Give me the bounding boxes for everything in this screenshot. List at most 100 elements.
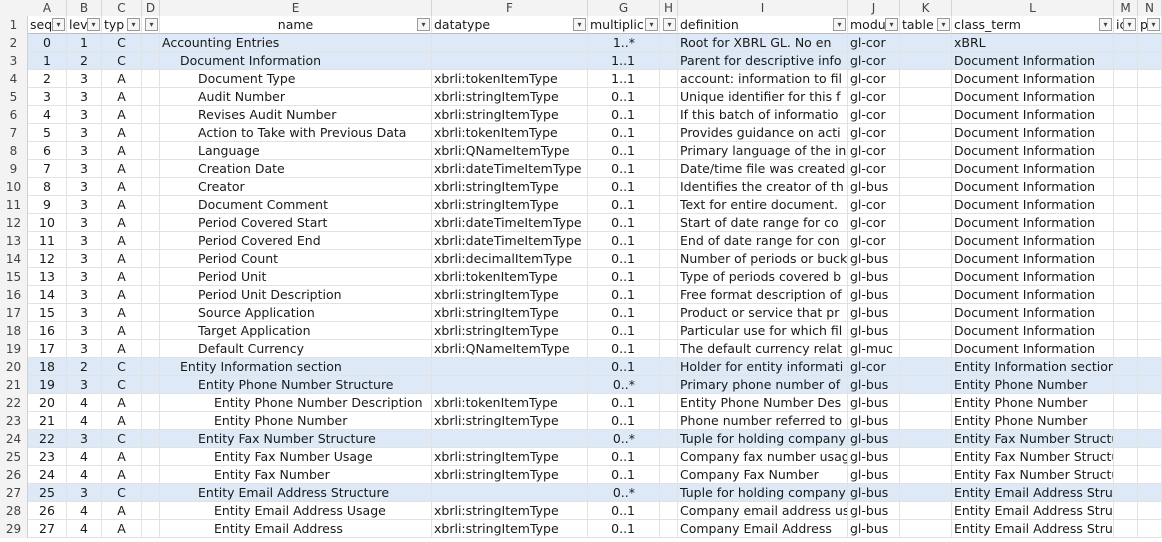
type-cell[interactable]: A	[102, 106, 142, 124]
blank-cell[interactable]	[142, 52, 160, 70]
class-term-cell[interactable]: xBRL	[952, 34, 1114, 52]
blank-cell[interactable]	[1114, 268, 1138, 286]
type-cell[interactable]: C	[102, 430, 142, 448]
multiplicity-cell[interactable]: 0..1	[588, 520, 660, 538]
header-cell[interactable]: definition ▾	[678, 16, 848, 34]
module-cell[interactable]: gl-cor	[848, 124, 900, 142]
row-header[interactable]: 4	[0, 70, 28, 88]
class-term-cell[interactable]: Document Information	[952, 106, 1114, 124]
blank-cell[interactable]	[142, 430, 160, 448]
module-cell[interactable]: gl-cor	[848, 70, 900, 88]
sequence-cell[interactable]: 16	[28, 322, 67, 340]
column-header-a[interactable]: A	[28, 0, 67, 16]
class-term-cell[interactable]: Document Information	[952, 286, 1114, 304]
blank-cell[interactable]	[1138, 250, 1162, 268]
definition-cell[interactable]: Tuple for holding company	[678, 484, 848, 502]
blank-cell[interactable]	[1114, 322, 1138, 340]
column-header-f[interactable]: F	[432, 0, 588, 16]
sequence-cell[interactable]: 17	[28, 340, 67, 358]
sequence-cell[interactable]: 9	[28, 196, 67, 214]
column-header-n[interactable]: N	[1138, 0, 1162, 16]
name-cell[interactable]: Period Covered Start	[160, 214, 432, 232]
blank-cell[interactable]	[1138, 70, 1162, 88]
blank-cell[interactable]	[660, 52, 678, 70]
blank-cell[interactable]	[142, 502, 160, 520]
table-cell[interactable]	[900, 394, 952, 412]
definition-cell[interactable]: Primary language of the in	[678, 142, 848, 160]
definition-cell[interactable]: Holder for entity informati	[678, 358, 848, 376]
datatype-cell[interactable]: xbrli:dateTimeItemType	[432, 214, 588, 232]
blank-cell[interactable]	[1138, 106, 1162, 124]
sequence-cell[interactable]: 19	[28, 376, 67, 394]
sequence-cell[interactable]: 7	[28, 160, 67, 178]
row-header[interactable]: 25	[0, 448, 28, 466]
blank-cell[interactable]	[142, 214, 160, 232]
table-cell[interactable]	[900, 376, 952, 394]
level-cell[interactable]: 3	[67, 196, 102, 214]
sequence-cell[interactable]: 12	[28, 250, 67, 268]
level-cell[interactable]: 3	[67, 124, 102, 142]
row-header[interactable]: 14	[0, 250, 28, 268]
type-cell[interactable]: A	[102, 142, 142, 160]
type-cell[interactable]: A	[102, 412, 142, 430]
module-cell[interactable]: gl-bus	[848, 250, 900, 268]
multiplicity-cell[interactable]: 0..1	[588, 412, 660, 430]
level-cell[interactable]: 3	[67, 340, 102, 358]
blank-cell[interactable]	[142, 124, 160, 142]
name-cell[interactable]: Entity Fax Number	[160, 466, 432, 484]
level-cell[interactable]: 3	[67, 88, 102, 106]
table-cell[interactable]	[900, 286, 952, 304]
column-header-d[interactable]: D	[142, 0, 160, 16]
type-cell[interactable]: A	[102, 196, 142, 214]
column-header-i[interactable]: I	[678, 0, 848, 16]
blank-cell[interactable]	[142, 466, 160, 484]
datatype-cell[interactable]: xbrli:stringItemType	[432, 88, 588, 106]
module-cell[interactable]: gl-bus	[848, 178, 900, 196]
definition-cell[interactable]: Type of periods covered b	[678, 268, 848, 286]
blank-cell[interactable]	[1138, 484, 1162, 502]
level-cell[interactable]: 4	[67, 502, 102, 520]
class-term-cell[interactable]: Document Information	[952, 70, 1114, 88]
row-header[interactable]: 1	[0, 16, 28, 34]
blank-cell[interactable]	[1138, 124, 1162, 142]
blank-cell[interactable]	[1114, 106, 1138, 124]
level-cell[interactable]: 2	[67, 52, 102, 70]
multiplicity-cell[interactable]: 0..1	[588, 466, 660, 484]
blank-cell[interactable]	[142, 106, 160, 124]
module-cell[interactable]: gl-cor	[848, 34, 900, 52]
module-cell[interactable]: gl-bus	[848, 268, 900, 286]
datatype-cell[interactable]: xbrli:tokenItemType	[432, 70, 588, 88]
datatype-cell[interactable]: xbrli:QNameItemType	[432, 142, 588, 160]
name-cell[interactable]: Period Covered End	[160, 232, 432, 250]
level-cell[interactable]: 3	[67, 376, 102, 394]
multiplicity-cell[interactable]: 0..1	[588, 142, 660, 160]
table-cell[interactable]	[900, 34, 952, 52]
blank-cell[interactable]	[1138, 34, 1162, 52]
table-cell[interactable]	[900, 340, 952, 358]
table-cell[interactable]	[900, 430, 952, 448]
blank-cell[interactable]	[660, 430, 678, 448]
datatype-cell[interactable]	[432, 358, 588, 376]
blank-cell[interactable]	[1114, 232, 1138, 250]
class-term-cell[interactable]: Entity Information section	[952, 358, 1114, 376]
name-cell[interactable]: Entity Phone Number Structure	[160, 376, 432, 394]
table-cell[interactable]	[900, 214, 952, 232]
level-cell[interactable]: 4	[67, 412, 102, 430]
filter-dropdown-icon[interactable]: ▾	[417, 18, 430, 31]
class-term-cell[interactable]: Document Information	[952, 142, 1114, 160]
name-cell[interactable]: Period Unit	[160, 268, 432, 286]
header-cell[interactable]: class_term ▾	[952, 16, 1114, 34]
class-term-cell[interactable]: Document Information	[952, 268, 1114, 286]
blank-cell[interactable]	[142, 412, 160, 430]
blank-cell[interactable]	[1138, 412, 1162, 430]
name-cell[interactable]: Document Comment	[160, 196, 432, 214]
name-cell[interactable]: Entity Fax Number Usage	[160, 448, 432, 466]
row-header[interactable]: 26	[0, 466, 28, 484]
blank-cell[interactable]	[1138, 322, 1162, 340]
blank-cell[interactable]	[142, 88, 160, 106]
multiplicity-cell[interactable]: 0..1	[588, 394, 660, 412]
type-cell[interactable]: A	[102, 520, 142, 538]
blank-cell[interactable]	[1138, 160, 1162, 178]
blank-cell[interactable]	[660, 466, 678, 484]
blank-cell[interactable]	[1138, 268, 1162, 286]
